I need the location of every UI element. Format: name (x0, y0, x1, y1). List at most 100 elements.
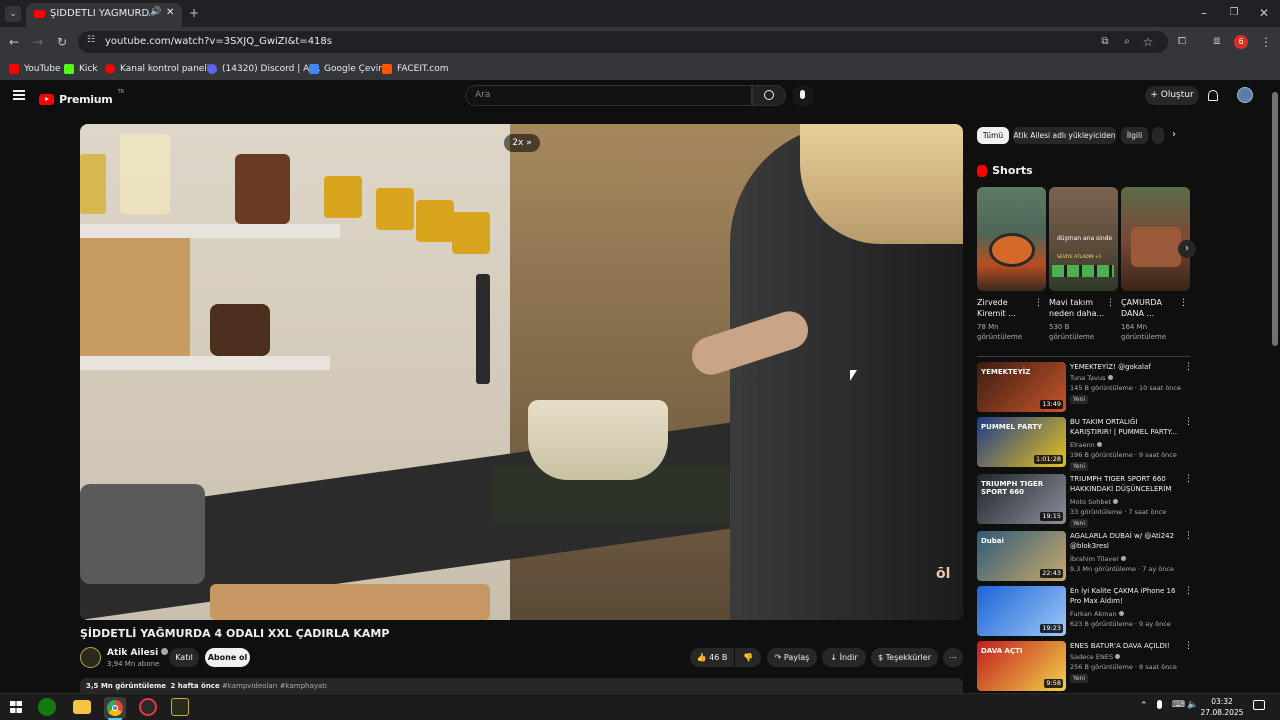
chips-next-chevron-icon[interactable]: › (1172, 129, 1176, 140)
short-more-icon[interactable]: ⋮ (1034, 298, 1043, 308)
short-thumbnail[interactable] (977, 187, 1046, 291)
bookmark-channel-dashboard[interactable]: Kanal kontrol paneli... (105, 62, 218, 76)
xbox-app-icon[interactable] (38, 698, 56, 716)
create-button[interactable]: + Oluştur (1145, 86, 1199, 105)
recommendation-item[interactable]: 19:23 En İyi Kalite ÇAKMA iPhone 16 Pro M… (977, 586, 1193, 638)
tab-audio-icon[interactable]: 🔊 (150, 7, 161, 17)
recommendation-thumbnail[interactable]: TRIUMPH TIGER SPORT 660 19:15 (977, 474, 1066, 524)
bookmark-faceit[interactable]: FACEIT.com (382, 62, 449, 76)
join-button[interactable]: Katıl (169, 648, 199, 667)
tab-list-chevron-icon[interactable]: ⌄ (5, 6, 21, 22)
profile-avatar[interactable]: 6 (1234, 35, 1248, 49)
zoom-icon[interactable]: ⌕ (1119, 34, 1135, 50)
tray-chevron-icon[interactable]: ⌃ (1140, 701, 1148, 711)
browser-tab[interactable]: ŞİDDETLİ YAĞMURDA 4 ODA 🔊 ✕ (26, 3, 182, 27)
recommendation-thumbnail[interactable]: 19:23 (977, 586, 1066, 636)
search-input[interactable]: Ara (465, 85, 752, 106)
recommendation-thumbnail[interactable]: Dubai 22:43 (977, 531, 1066, 581)
short-title[interactable]: Zirvede Kiremit ... (977, 297, 1033, 319)
recommendation-thumbnail[interactable]: YEMEKTEYİZ 13:49 (977, 362, 1066, 412)
short-more-icon[interactable]: ⋮ (1106, 298, 1115, 308)
chip-from-uploader[interactable]: Atik Ailesi adlı yükleyiciden (1013, 127, 1116, 144)
close-window-icon[interactable]: ✕ (1256, 5, 1272, 21)
channel-avatar[interactable] (80, 647, 101, 668)
windows-start-icon[interactable] (10, 701, 22, 713)
short-thumbnail[interactable]: düşman ana sinde SEVİYE ATLADIN +1 (1049, 187, 1118, 291)
recommendation-channel[interactable]: Elraenn (1070, 441, 1102, 449)
voice-search-button[interactable] (792, 85, 814, 107)
back-icon[interactable]: ← (6, 34, 22, 50)
restore-icon[interactable]: ❐ (1226, 5, 1242, 21)
channel-name[interactable]: Atik Ailesi (107, 648, 169, 658)
recommendation-item[interactable]: PUMMEL PARTY 1:01:28 BU TAKIM ORTALIĞI KAR… (977, 417, 1193, 471)
recommendation-title[interactable]: YEMEKTEYİZ! @gokalaf (1070, 362, 1180, 372)
recommendation-item[interactable]: YEMEKTEYİZ 13:49 YEMEKTEYİZ! @gokalaf Tuna … (977, 362, 1193, 414)
forward-icon[interactable]: → (30, 34, 46, 50)
cast-icon[interactable]: ⧉ (1097, 34, 1113, 50)
recommendation-item[interactable]: Dubai 22:43 AGALARLA DUBAİ w/ @Ati242 @blo… (977, 531, 1193, 583)
tray-microphone-icon[interactable] (1157, 700, 1162, 709)
shorts-next-button[interactable]: › (1178, 240, 1196, 258)
app-red-circle-icon[interactable] (139, 698, 157, 716)
account-avatar[interactable] (1237, 87, 1253, 103)
browser-menu-icon[interactable]: ⋮ (1258, 34, 1274, 50)
recommendation-more-icon[interactable]: ⋮ (1184, 362, 1193, 372)
share-button[interactable]: ↷ Paylaş (767, 648, 817, 667)
recommendation-channel[interactable]: Tuna Tavus (1070, 374, 1113, 382)
recommendation-more-icon[interactable]: ⋮ (1184, 531, 1193, 541)
chrome-app-icon[interactable] (104, 697, 126, 719)
file-explorer-icon[interactable] (73, 700, 91, 714)
taskbar-clock[interactable]: 03:32 27.08.2025 (1197, 696, 1247, 718)
recommendation-more-icon[interactable]: ⋮ (1184, 586, 1193, 596)
bookmark-kick[interactable]: Kick (64, 62, 98, 76)
short-more-icon[interactable]: ⋮ (1179, 298, 1188, 308)
recommendation-item[interactable]: DAVA AÇTI 9:58 ENES BATUR'A DAVA AÇILDI! Sa… (977, 641, 1193, 693)
recommendation-title[interactable]: BU TAKIM ORTALIĞI KARIŞTIRIR! | PUMMEL P… (1070, 417, 1180, 437)
recommendation-title[interactable]: TRIUMPH TIGER SPORT 660 HAKKINDAKİ DÜŞÜN… (1070, 474, 1180, 496)
subscribe-button[interactable]: Abone ol (205, 648, 250, 667)
media-controls-icon[interactable]: ≣ (1209, 34, 1225, 50)
minimize-icon[interactable]: – (1196, 5, 1212, 21)
short-title[interactable]: Mavi takım neden daha... (1049, 297, 1105, 319)
recommendation-channel[interactable]: İbrahim Tilaver (1070, 555, 1126, 563)
hamburger-menu-icon[interactable] (13, 90, 25, 100)
recommendation-title[interactable]: ENES BATUR'A DAVA AÇILDI! (1070, 641, 1180, 651)
youtube-logo[interactable]: Premium TR (39, 89, 124, 106)
tab-close-icon[interactable]: ✕ (166, 7, 174, 18)
recommendation-channel[interactable]: Sadece ENES (1070, 653, 1121, 661)
new-tab-icon[interactable]: + (186, 5, 202, 21)
chip-partial[interactable] (1152, 127, 1164, 144)
bookmark-star-icon[interactable]: ☆ (1140, 34, 1156, 50)
like-button[interactable]: 👍 46 B (690, 648, 734, 667)
notifications-bell-icon[interactable] (1208, 90, 1218, 101)
download-button[interactable]: ↓ İndir (822, 648, 866, 667)
thanks-button[interactable]: $ Teşekkürler (871, 648, 938, 667)
recommendation-title[interactable]: AGALARLA DUBAİ w/ @Ati242 @blok3resl (1070, 531, 1180, 551)
recommendation-more-icon[interactable]: ⋮ (1184, 641, 1193, 651)
more-actions-button[interactable]: ⋯ (943, 648, 963, 667)
bookmark-youtube[interactable]: YouTube (9, 62, 61, 76)
recommendation-channel[interactable]: Moto Sohbet (1070, 498, 1119, 506)
tray-network-icon[interactable]: ⌨ (1172, 700, 1185, 710)
short-thumbnail[interactable] (1121, 187, 1190, 291)
extensions-icon[interactable]: ⧠ (1174, 34, 1190, 50)
short-title[interactable]: ÇAMURDA DANA ... (1121, 297, 1177, 319)
channel-watermark-icon[interactable]: ōl (936, 566, 956, 586)
recommendation-thumbnail[interactable]: DAVA AÇTI 9:58 (977, 641, 1066, 691)
recommendation-more-icon[interactable]: ⋮ (1184, 474, 1193, 484)
app-game-icon[interactable] (171, 698, 189, 716)
reload-icon[interactable]: ↻ (54, 34, 70, 50)
search-button[interactable] (752, 85, 786, 106)
hashtags[interactable]: #kampvideoları #kamphayatı (222, 682, 327, 690)
description-box[interactable]: 3,5 Mn görüntüleme 2 hafta önce #kampvid… (80, 678, 963, 694)
chip-all[interactable]: Tümü (977, 127, 1009, 144)
page-scrollbar-thumb[interactable] (1272, 92, 1278, 346)
notification-center-icon[interactable] (1253, 700, 1265, 710)
video-player[interactable]: 2x » ōl (80, 124, 963, 620)
dislike-button[interactable]: 👎 (735, 648, 761, 667)
address-bar[interactable]: ☷ youtube.com/watch?v=3SXJQ_GwiZI&t=418s (78, 31, 1168, 53)
recommendation-more-icon[interactable]: ⋮ (1184, 417, 1193, 427)
recommendation-item[interactable]: TRIUMPH TIGER SPORT 660 19:15 TRIUMPH TIGE… (977, 474, 1193, 528)
bookmark-discord[interactable]: (14320) Discord | Ar... (207, 62, 321, 76)
recommendation-channel[interactable]: Furkan Akman (1070, 610, 1124, 618)
